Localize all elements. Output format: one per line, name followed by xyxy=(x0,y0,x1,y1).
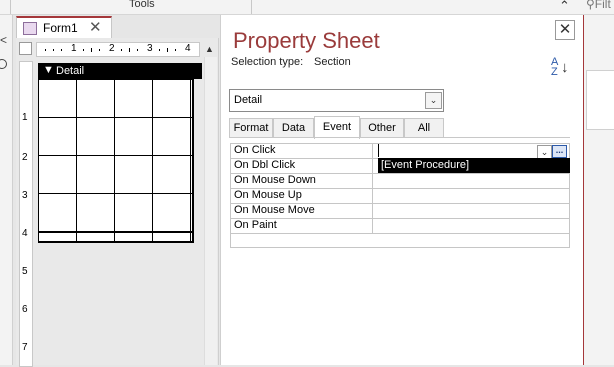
detail-section-grid[interactable] xyxy=(38,79,194,243)
right-pane-box xyxy=(586,70,614,130)
property-name: On Mouse Down xyxy=(230,173,373,188)
property-sheet-title: Property Sheet xyxy=(233,28,380,53)
selection-type-value: Section xyxy=(314,56,351,68)
ruler-mark: 6 xyxy=(22,304,28,315)
sort-arrow-icon[interactable]: ↓ xyxy=(561,59,569,76)
navigation-pane-strip[interactable]: < xyxy=(0,15,13,365)
search-icon: ⚲ xyxy=(586,0,595,11)
right-pane-strip xyxy=(584,15,614,365)
ruler-mark: 4 xyxy=(22,228,28,239)
tab-form1[interactable]: Form1 ✕ xyxy=(16,16,112,40)
property-row-on-mouse-move[interactable]: On Mouse Move xyxy=(230,203,570,219)
tab-form1-label: Form1 xyxy=(43,21,78,35)
sort-az-icon[interactable]: AZ xyxy=(551,57,558,78)
horizontal-ruler: 1 2 3 4 xyxy=(36,42,200,57)
text-cursor xyxy=(378,144,379,157)
tab-all[interactable]: All xyxy=(404,118,444,138)
selection-type-label: Selection type: xyxy=(231,56,304,68)
ribbon-strip: Tools ⌃ ⚲Filt xyxy=(0,0,614,15)
chevron-down-icon[interactable]: ⌄ xyxy=(537,145,552,159)
property-name: On Click xyxy=(230,143,373,158)
ruler-mark: 7 xyxy=(22,342,28,353)
ribbon-divider xyxy=(251,0,252,14)
form-selector[interactable] xyxy=(19,42,32,55)
tab-format[interactable]: Format xyxy=(229,118,273,138)
property-row-on-click[interactable]: On Click xyxy=(230,143,570,159)
section-bottom-line xyxy=(38,232,194,233)
form-icon xyxy=(23,22,37,35)
property-row-on-paint[interactable]: On Paint xyxy=(230,218,570,234)
ruler-mark: 1 xyxy=(71,43,77,54)
ruler-mark: 3 xyxy=(22,190,28,201)
tab-underline xyxy=(229,137,570,138)
property-name: On Paint xyxy=(230,218,373,233)
close-icon[interactable]: ✕ xyxy=(89,18,102,36)
detail-section-header[interactable]: ▼ Detail xyxy=(38,63,202,79)
tab-other[interactable]: Other xyxy=(360,118,404,138)
ruler-mark: 4 xyxy=(185,43,191,54)
filter-search-hint[interactable]: ⚲Filt xyxy=(586,0,611,11)
horizontal-ruler-ticks xyxy=(45,48,176,52)
close-icon[interactable]: ✕ xyxy=(555,20,575,40)
ruler-mark: 1 xyxy=(22,112,28,123)
property-sheet-panel: Property Sheet ✕ Selection type: Section… xyxy=(220,15,585,365)
collapse-ribbon-icon[interactable]: ⌃ xyxy=(559,0,570,14)
object-selector-value: Detail xyxy=(234,94,263,106)
build-button[interactable]: ... xyxy=(552,145,567,158)
property-name: On Dbl Click xyxy=(230,158,373,173)
section-icon: ▼ xyxy=(43,64,54,76)
tab-event[interactable]: Event xyxy=(314,116,360,139)
ruler-mark: 3 xyxy=(147,43,153,54)
ruler-mark: 5 xyxy=(22,266,28,277)
scroll-up-icon[interactable]: ▲ xyxy=(203,42,216,56)
detail-section-label: Detail xyxy=(56,65,85,77)
property-row-on-mouse-up[interactable]: On Mouse Up xyxy=(230,188,570,204)
chevron-down-icon[interactable]: ⌄ xyxy=(425,92,442,109)
vertical-ruler: 1 2 3 4 5 6 7 xyxy=(19,61,33,367)
property-value[interactable] xyxy=(377,218,570,233)
ruler-mark: 2 xyxy=(109,43,115,54)
ruler-mark: 2 xyxy=(22,152,28,163)
search-icon[interactable] xyxy=(0,59,7,69)
ribbon-group-label: Tools xyxy=(129,0,155,10)
tab-data[interactable]: Data xyxy=(273,118,314,138)
property-value[interactable] xyxy=(377,173,570,188)
vertical-scrollbar[interactable] xyxy=(204,57,217,365)
property-name: On Mouse Up xyxy=(230,188,373,203)
property-value[interactable] xyxy=(377,188,570,203)
property-row-on-mouse-down[interactable]: On Mouse Down xyxy=(230,173,570,189)
property-name: On Mouse Move xyxy=(230,203,373,218)
ribbon-divider xyxy=(10,0,11,14)
object-selector-dropdown[interactable]: Detail ⌄ xyxy=(229,89,444,112)
dropdown-option-event-procedure[interactable]: [Event Procedure] xyxy=(378,158,570,173)
chevron-left-icon[interactable]: < xyxy=(0,33,7,47)
property-value[interactable] xyxy=(377,203,570,218)
filter-hint-text: Filt xyxy=(594,0,611,11)
